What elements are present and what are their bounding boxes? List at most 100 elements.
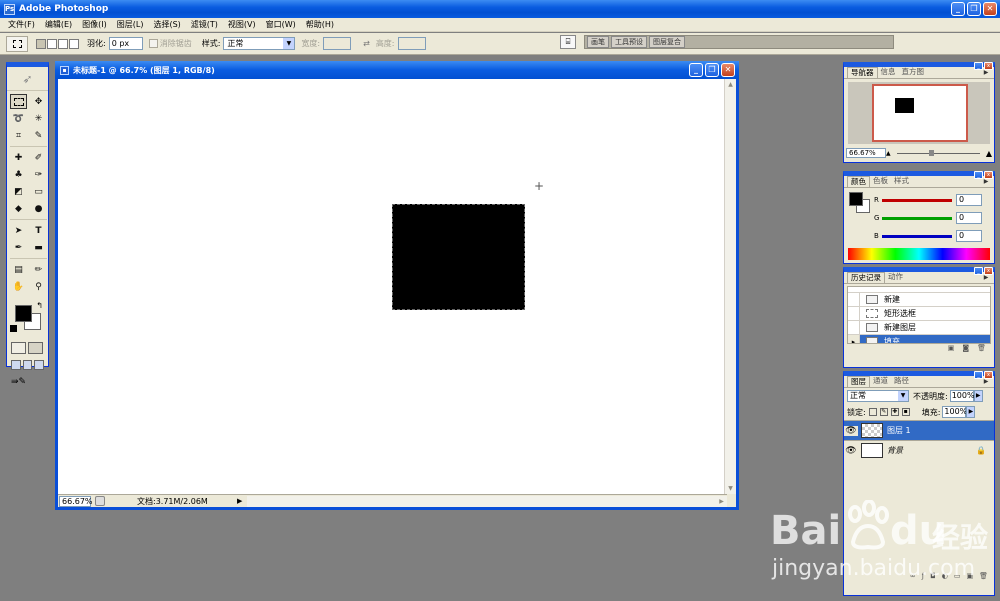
scroll-up-icon[interactable]: ▲: [725, 79, 736, 90]
crop-tool[interactable]: ⌗: [10, 128, 27, 143]
zoom-tool[interactable]: ⚲: [30, 279, 47, 294]
history-item[interactable]: 新建图层: [848, 320, 990, 335]
magic-wand-tool[interactable]: ✳: [30, 111, 47, 126]
menu-layer[interactable]: 图层(L): [112, 19, 149, 30]
notes-tool[interactable]: ▤: [10, 262, 27, 277]
shape-tool[interactable]: ▬: [30, 240, 47, 255]
well-tab-tool-presets[interactable]: 工具预设: [611, 36, 647, 48]
path-selection-tool[interactable]: ➤: [10, 223, 27, 238]
pen-tool[interactable]: ✒: [10, 240, 27, 255]
menu-edit[interactable]: 编辑(E): [40, 19, 77, 30]
add-selection-button[interactable]: [47, 38, 57, 49]
eye-icon[interactable]: 👁: [844, 446, 858, 456]
layer-row-selected[interactable]: 👁 图层 1: [844, 420, 994, 440]
vertical-scrollbar[interactable]: ▲ ▼: [724, 79, 736, 494]
healing-brush-tool[interactable]: ✚: [10, 150, 27, 165]
tab-paths[interactable]: 路径: [891, 376, 912, 387]
well-tab-brushes[interactable]: 画笔: [587, 36, 609, 48]
history-item[interactable]: 新建: [848, 292, 990, 307]
scroll-right-icon[interactable]: ▶: [716, 496, 727, 507]
opacity-slider-arrow-icon[interactable]: ▶: [973, 390, 983, 402]
status-menu-arrow-icon[interactable]: ▶: [237, 497, 245, 505]
clone-stamp-tool[interactable]: ♣: [10, 167, 27, 182]
tab-swatches[interactable]: 色板: [870, 176, 891, 187]
tab-histogram[interactable]: 直方图: [899, 67, 928, 78]
subtract-selection-button[interactable]: [58, 38, 68, 49]
full-screen-button[interactable]: [34, 360, 45, 370]
fill-input[interactable]: 100%: [942, 406, 967, 418]
navigator-view-box[interactable]: [872, 84, 968, 142]
tab-channels[interactable]: 通道: [870, 376, 891, 387]
history-source-cell[interactable]: [848, 306, 860, 321]
type-tool[interactable]: T: [30, 223, 47, 238]
tab-layers[interactable]: 图层: [847, 376, 870, 387]
blur-tool[interactable]: ◆: [10, 201, 27, 216]
palette-foreground-swatch[interactable]: [849, 192, 863, 206]
scroll-down-icon[interactable]: ▼: [725, 483, 736, 494]
doc-close-button[interactable]: ✕: [721, 63, 735, 77]
feather-logo-icon[interactable]: ➶: [7, 67, 48, 91]
well-tab-layer-comps[interactable]: 图层复合: [649, 36, 685, 48]
close-button[interactable]: ✕: [983, 2, 997, 16]
zoom-in-icon[interactable]: ▲: [986, 149, 992, 158]
minimize-button[interactable]: _: [951, 2, 965, 16]
eye-icon[interactable]: 👁: [844, 425, 858, 436]
full-screen-menu-button[interactable]: [22, 360, 33, 370]
lock-transparency-icon[interactable]: [868, 408, 877, 416]
doc-minimize-button[interactable]: _: [689, 63, 703, 77]
eyedropper-tool[interactable]: ✏: [30, 262, 47, 277]
tab-navigator[interactable]: 导航器: [847, 67, 878, 78]
navigator-thumbnail[interactable]: [848, 82, 990, 144]
status-info-icon[interactable]: [95, 496, 105, 506]
feather-input[interactable]: 0 px: [108, 37, 143, 50]
swap-colors-icon[interactable]: ↰: [36, 301, 43, 310]
lock-pixels-icon[interactable]: ✎: [879, 408, 888, 416]
tab-actions[interactable]: 动作: [885, 272, 906, 283]
navigator-zoom-slider[interactable]: [896, 149, 980, 156]
menu-file[interactable]: 文件(F): [3, 19, 40, 30]
menu-image[interactable]: 图像(I): [77, 19, 112, 30]
move-tool[interactable]: ✥: [30, 94, 47, 109]
history-item-selected[interactable]: ▸ 填充: [848, 334, 990, 343]
jump-to-imageready-icon[interactable]: ⇛✎: [11, 376, 39, 388]
swap-icon[interactable]: ⇄: [363, 39, 370, 48]
marquee-tool[interactable]: [10, 94, 27, 109]
history-item[interactable]: 矩形选框: [848, 306, 990, 321]
standard-screen-button[interactable]: [11, 360, 21, 370]
layer-row[interactable]: 👁 背景 🔒: [844, 440, 994, 460]
menu-filter[interactable]: 滤镜(T): [186, 19, 223, 30]
gradient-tool[interactable]: ▭: [30, 184, 47, 199]
height-input[interactable]: [397, 37, 426, 50]
red-value[interactable]: 0: [956, 194, 982, 206]
default-colors-icon[interactable]: [10, 325, 17, 332]
canvas[interactable]: +: [58, 79, 727, 494]
blend-mode-select[interactable]: 正常 ▼: [847, 390, 909, 402]
new-selection-button[interactable]: [36, 38, 46, 49]
palette-menu-icon[interactable]: ▶: [981, 177, 991, 186]
lasso-tool[interactable]: ➰: [10, 111, 27, 126]
fill-slider-arrow-icon[interactable]: ▶: [966, 406, 976, 418]
navigator-zoom-field[interactable]: 66.67%: [846, 148, 886, 158]
delete-state-icon[interactable]: 🗑: [977, 344, 986, 354]
palette-menu-icon[interactable]: ▶: [981, 377, 991, 386]
tool-preset-picker[interactable]: [6, 35, 28, 52]
standard-mode-button[interactable]: [11, 342, 26, 354]
palette-menu-icon[interactable]: ▶: [981, 273, 991, 282]
horizontal-scrollbar[interactable]: ▶: [247, 495, 727, 507]
new-snapshot-icon[interactable]: ◙: [962, 344, 969, 354]
menu-window[interactable]: 窗口(W): [261, 19, 301, 30]
red-slider[interactable]: [882, 198, 952, 202]
lock-position-icon[interactable]: ✚: [890, 408, 899, 416]
tab-history[interactable]: 历史记录: [847, 272, 885, 283]
history-brush-tool[interactable]: ✑: [30, 167, 47, 182]
foreground-color-swatch[interactable]: [15, 305, 32, 322]
palette-menu-icon[interactable]: ▶: [981, 68, 991, 77]
dodge-tool[interactable]: ●: [30, 201, 47, 216]
eraser-tool[interactable]: ◩: [10, 184, 27, 199]
tab-styles[interactable]: 样式: [891, 176, 912, 187]
green-slider[interactable]: [882, 216, 952, 220]
blue-slider[interactable]: [882, 234, 952, 238]
blue-value[interactable]: 0: [956, 230, 982, 242]
doc-maximize-button[interactable]: ❐: [705, 63, 719, 77]
history-source-cell[interactable]: [848, 320, 860, 335]
